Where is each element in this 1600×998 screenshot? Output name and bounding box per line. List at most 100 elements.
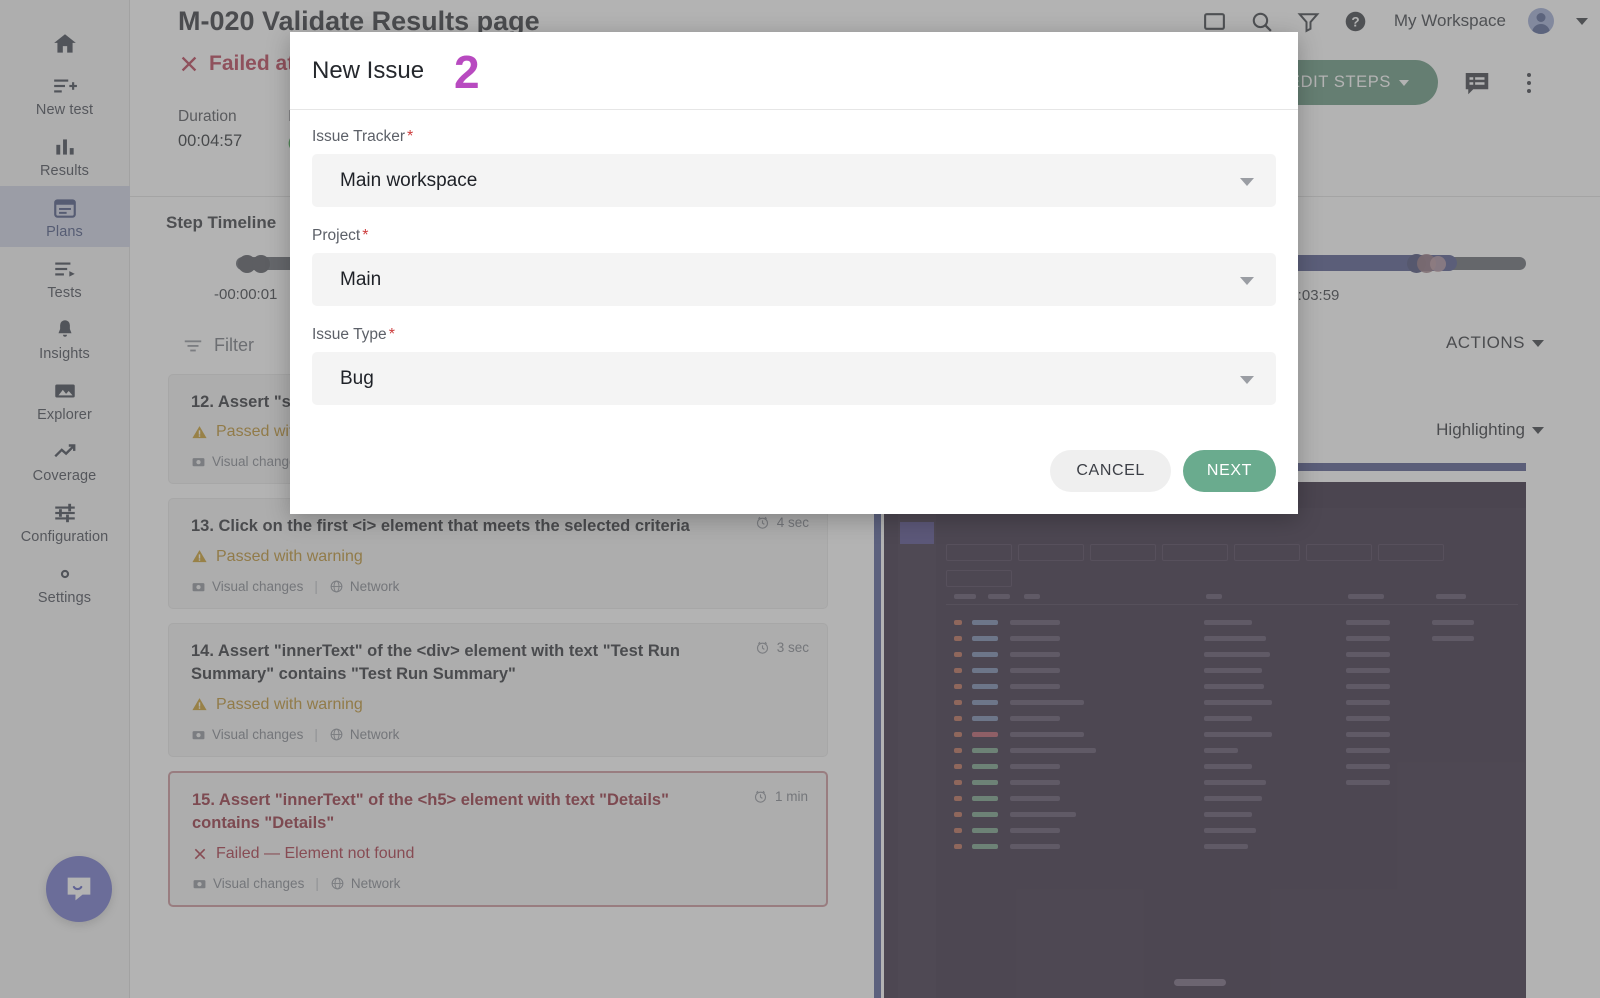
run-failed-status: Failed at (178, 52, 294, 76)
preview-cell (972, 652, 998, 657)
next-button[interactable]: NEXT (1183, 450, 1276, 492)
network-chip[interactable]: Network (330, 876, 401, 891)
preview-cell (972, 844, 998, 849)
new-test-icon (52, 73, 78, 99)
preview-sidebar-item (900, 654, 934, 676)
visual-changes-chip[interactable]: Visual changes (191, 579, 303, 594)
preview-cell (1010, 668, 1060, 673)
step-title: 13. Click on the first <i> element that … (191, 515, 809, 538)
preview-filter-field (946, 544, 1012, 561)
step-duration-label: 3 sec (777, 640, 809, 655)
screenshot-preview[interactable] (884, 482, 1526, 998)
preview-filter-field (1378, 544, 1444, 561)
preview-filter-field (1234, 544, 1300, 561)
sidebar-item-coverage[interactable]: Coverage (0, 430, 130, 491)
camera-icon (191, 579, 206, 594)
visual-changes-chip[interactable]: Visual changes (192, 876, 304, 891)
chevron-down-icon (1532, 427, 1544, 434)
preview-cell (1010, 716, 1060, 721)
step-duration-label: 1 min (775, 789, 808, 804)
preview-cell (954, 636, 962, 641)
preview-cell (1204, 796, 1262, 801)
cancel-button[interactable]: CANCEL (1050, 450, 1171, 492)
svg-text:?: ? (1351, 14, 1359, 29)
clock-icon (755, 640, 770, 655)
comment-list-icon[interactable] (1462, 68, 1492, 98)
preview-sidebar-item (900, 622, 934, 644)
step-card[interactable]: 4 sec 13. Click on the first <i> element… (168, 498, 828, 608)
close-x-icon (192, 846, 208, 862)
window-icon[interactable] (1202, 9, 1227, 34)
preview-filter-field (1090, 544, 1156, 561)
sidebar-item-plans[interactable]: Plans (0, 186, 130, 247)
sidebar-item-label: Plans (46, 224, 83, 240)
preview-cell (1204, 844, 1248, 849)
warning-triangle-icon (191, 696, 208, 713)
required-asterisk: * (407, 128, 413, 146)
filter-button[interactable]: Filter (182, 334, 254, 356)
visual-changes-chip[interactable]: Visual changes (191, 727, 303, 742)
preview-cell (954, 780, 962, 785)
preview-col-header (1348, 594, 1384, 599)
help-circle-icon[interactable]: ? (1343, 9, 1368, 34)
kebab-menu-icon[interactable] (1516, 68, 1542, 98)
search-icon[interactable] (1249, 9, 1274, 34)
project-label-text: Project (312, 227, 360, 245)
preview-col-header (1024, 594, 1040, 599)
modal-footer: CANCEL NEXT (290, 450, 1298, 514)
preview-filter-field (946, 570, 1012, 587)
preview-cell (1204, 780, 1266, 785)
preview-cell (972, 684, 998, 689)
intercom-chat-icon (62, 872, 96, 906)
chevron-down-icon[interactable] (1576, 18, 1588, 25)
network-chip[interactable]: Network (329, 727, 400, 742)
timeline-start-time: -00:00:01 (214, 286, 277, 303)
annotation-step-number: 2 (454, 49, 480, 95)
preview-cell (1010, 764, 1060, 769)
camera-icon (191, 727, 206, 742)
project-select[interactable]: Main (312, 253, 1276, 306)
clock-icon (755, 515, 770, 530)
sidebar-item-results[interactable]: Results (0, 125, 130, 186)
timeline-handle-secondary[interactable] (252, 255, 270, 273)
modal-header: New Issue 2 (290, 32, 1298, 110)
intercom-chat-launcher[interactable] (46, 856, 112, 922)
step-meta-row: Visual changes | Network (191, 579, 809, 594)
issue-tracker-label-text: Issue Tracker (312, 128, 405, 146)
issue-type-select[interactable]: Bug (312, 352, 1276, 405)
visual-changes-label: Visual changes (213, 876, 304, 891)
actions-dropdown[interactable]: ACTIONS (1446, 333, 1544, 353)
avatar[interactable] (1528, 8, 1554, 34)
preview-cell (1204, 636, 1266, 641)
warning-triangle-icon (191, 548, 208, 565)
sidebar-item-settings[interactable]: Settings (0, 552, 130, 613)
sidebar-item-tests[interactable]: Tests (0, 247, 130, 308)
step-duration: 4 sec (755, 515, 809, 530)
sidebar-item-configuration[interactable]: Configuration (0, 491, 130, 552)
sidebar-item-label: Settings (38, 590, 91, 606)
highlighting-dropdown[interactable]: Highlighting (1436, 420, 1544, 440)
step-duration: 1 min (753, 789, 808, 804)
chevron-down-icon (1240, 376, 1254, 384)
step-timeline-label: Step Timeline (166, 213, 276, 233)
preview-cell (972, 764, 998, 769)
workspace-label[interactable]: My Workspace (1394, 11, 1506, 31)
sidebar-item-home[interactable] (0, 22, 130, 64)
visual-changes-chip[interactable]: Visual change (191, 454, 297, 469)
sidebar-item-explorer[interactable]: Explorer (0, 369, 130, 430)
sidebar-item-insights[interactable]: Insights (0, 308, 130, 369)
preview-cell (1346, 700, 1390, 705)
issue-tracker-select[interactable]: Main workspace (312, 154, 1276, 207)
network-chip[interactable]: Network (329, 579, 400, 594)
step-card[interactable]: 3 sec 14. Assert "innerText" of the <div… (168, 623, 828, 757)
step-card-failed[interactable]: 1 min 15. Assert "innerText" of the <h5>… (168, 771, 828, 907)
preview-cell (1346, 652, 1390, 657)
preview-scrollbar[interactable] (1174, 979, 1226, 986)
meta-separator: | (315, 876, 319, 891)
preview-cell (954, 668, 962, 673)
preview-cell (1204, 828, 1256, 833)
preview-filter-field (1306, 544, 1372, 561)
filter-icon[interactable] (1296, 9, 1321, 34)
sidebar-item-new-test[interactable]: New test (0, 64, 130, 125)
warning-triangle-icon (191, 424, 208, 441)
